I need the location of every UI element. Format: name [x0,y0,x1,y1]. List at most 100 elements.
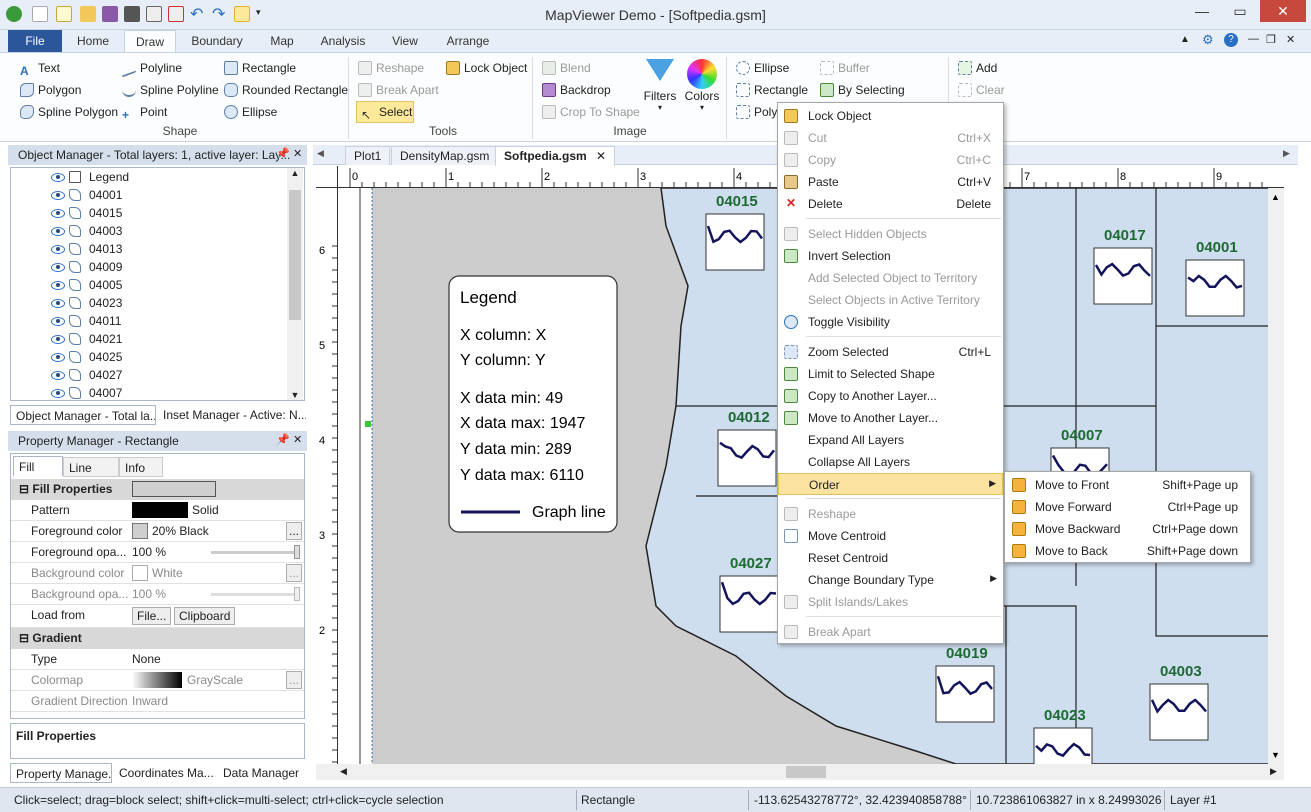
tree-item-layer[interactable]: 04005 [11,276,304,294]
pattern-row[interactable]: Pattern Solid [11,500,304,521]
file-button[interactable]: File... [132,607,172,625]
menu-delete[interactable]: ✕ Delete Delete [778,193,1003,215]
submenu-move-forward[interactable]: Move Forward Ctrl+Page up [1005,496,1250,518]
menu-limit-to-shape[interactable]: Limit to Selected Shape [778,363,1003,385]
rounded-rectangle-tool-button[interactable]: Rounded Rectangle [224,81,348,99]
blend-button[interactable]: Blend [542,59,591,77]
doc-tab-plot1[interactable]: Plot1 [345,146,391,165]
gradient-section[interactable]: ⊟ Gradient [11,628,304,649]
tree-item-legend[interactable]: Legend [11,168,304,186]
menu-copy-to-layer[interactable]: Copy to Another Layer... [778,385,1003,407]
tab-analysis[interactable]: Analysis [316,30,370,52]
visibility-eye-icon[interactable] [51,299,65,308]
colormap-row[interactable]: Colormap GrayScale ... [11,670,304,691]
settings-icon[interactable]: ⚙ [1202,32,1214,48]
buffer-button[interactable]: Buffer [820,59,870,77]
visibility-eye-icon[interactable] [51,173,65,182]
tab-home[interactable]: Home [70,30,116,52]
visibility-eye-icon[interactable] [51,335,65,344]
menu-select-in-territory[interactable]: Select Objects in Active Territory [778,289,1003,311]
visibility-eye-icon[interactable] [51,245,65,254]
menu-lock-object[interactable]: Lock Object [778,105,1003,127]
scroll-down-icon[interactable]: ▼ [287,390,303,400]
tree-item-layer[interactable]: 04027 [11,366,304,384]
close-button[interactable]: ✕ [1260,0,1306,22]
menu-order[interactable]: Order ▶ [778,473,1003,495]
background-color-row[interactable]: Background color White ... [11,563,304,584]
visibility-eye-icon[interactable] [51,281,65,290]
tab-info[interactable]: Info [119,457,163,477]
submenu-move-to-back[interactable]: Move to Back Shift+Page down [1005,540,1250,562]
tab-object-manager[interactable]: Object Manager - Total la... [10,405,156,425]
selection-handle[interactable] [365,421,371,427]
canvas-horizontal-scrollbar[interactable]: ◀ ▶ [316,764,1284,780]
tab-data-manager[interactable]: Data Manager [218,763,308,783]
foreground-color-more-button[interactable]: ... [286,522,303,540]
doc-tab-softpedia[interactable]: Softpedia.gsm ✕ [495,146,616,166]
tab-property-manager[interactable]: Property Manage... [10,763,112,783]
territory-rectangle-button[interactable]: Rectangle [736,81,808,99]
menu-expand-layers[interactable]: Expand All Layers [778,429,1003,451]
clear-button[interactable]: Clear [958,81,1005,99]
visibility-eye-icon[interactable] [51,227,65,236]
property-manager-pin-icon[interactable]: 📌 [276,433,290,446]
menu-cut[interactable]: Cut Ctrl+X [778,127,1003,149]
clipboard-button[interactable]: Clipboard [174,607,236,625]
reshape-button[interactable]: Reshape [358,59,424,77]
tree-item-layer[interactable]: 04021 [11,330,304,348]
foreground-opacity-thumb[interactable] [294,545,300,559]
visibility-eye-icon[interactable] [51,371,65,380]
menu-toggle-visibility[interactable]: Toggle Visibility [778,311,1003,333]
scroll-thumb[interactable] [786,766,826,778]
doc-minimize-icon[interactable]: — [1248,33,1259,45]
point-tool-button[interactable]: + Point [122,103,167,121]
scroll-thumb[interactable] [289,190,301,320]
tab-view[interactable]: View [384,30,426,52]
tab-boundary[interactable]: Boundary [186,30,248,52]
visibility-eye-icon[interactable] [51,353,65,362]
tab-line[interactable]: Line [63,457,119,477]
menu-collapse-layers[interactable]: Collapse All Layers [778,451,1003,473]
mini-graph-frame[interactable] [1033,727,1093,764]
scroll-left-icon[interactable]: ◀ [340,766,347,777]
help-icon[interactable]: ? [1224,33,1238,47]
object-tree-scrollbar[interactable]: ▲ ▼ [287,168,303,400]
type-row[interactable]: Type None [11,649,304,670]
menu-split-islands[interactable]: Split Islands/Lakes [778,591,1003,613]
tab-coordinates-manager[interactable]: Coordinates Ma... [114,763,216,783]
menu-reset-centroid[interactable]: Reset Centroid [778,547,1003,569]
tabs-scroll-left-icon[interactable]: ◀ [317,148,324,159]
fill-properties-section[interactable]: ⊟ Fill Properties [11,479,304,500]
spline-polyline-tool-button[interactable]: Spline Polyline [122,81,219,99]
polygon-tool-button[interactable]: Polygon [20,81,81,99]
tree-item-layer[interactable]: 04015 [11,204,304,222]
colormap-more-button[interactable]: ... [286,671,303,689]
tree-item-layer[interactable]: 04023 [11,294,304,312]
menu-copy[interactable]: Copy Ctrl+C [778,149,1003,171]
tab-fill[interactable]: Fill [13,456,63,476]
doc-close-icon[interactable]: ✕ [1286,33,1295,46]
menu-paste[interactable]: Paste Ctrl+V [778,171,1003,193]
object-manager-close-icon[interactable]: ✕ [293,147,302,160]
scroll-up-icon[interactable]: ▲ [287,168,303,178]
crop-to-shape-button[interactable]: Crop To Shape [542,103,640,121]
menu-break-apart[interactable]: Break Apart [778,621,1003,643]
by-selecting-button[interactable]: By Selecting [820,81,905,99]
background-opacity-row[interactable]: Background opa... 100 % [11,584,304,605]
polyline-tool-button[interactable]: Polyline [122,58,182,78]
ribbon-collapse-icon[interactable]: ▲ [1180,34,1190,45]
tabs-scroll-right-icon[interactable]: ▶ [1283,148,1290,159]
rectangle-tool-button[interactable]: Rectangle [224,59,296,77]
menu-select-hidden[interactable]: Select Hidden Objects [778,223,1003,245]
menu-invert-selection[interactable]: Invert Selection [778,245,1003,267]
territory-ellipse-button[interactable]: Ellipse [736,59,789,77]
ellipse-tool-button[interactable]: Ellipse [224,103,277,121]
minimize-button[interactable]: — [1184,0,1220,22]
menu-change-boundary-type[interactable]: Change Boundary Type ▶ [778,569,1003,591]
visibility-eye-icon[interactable] [51,389,65,398]
property-manager-close-icon[interactable]: ✕ [293,433,302,446]
tab-inset-manager[interactable]: Inset Manager - Active: N... [158,405,306,425]
canvas-vertical-scrollbar[interactable] [1268,188,1284,764]
foreground-opacity-slider[interactable] [211,551,297,554]
background-opacity-thumb[interactable] [294,587,300,601]
